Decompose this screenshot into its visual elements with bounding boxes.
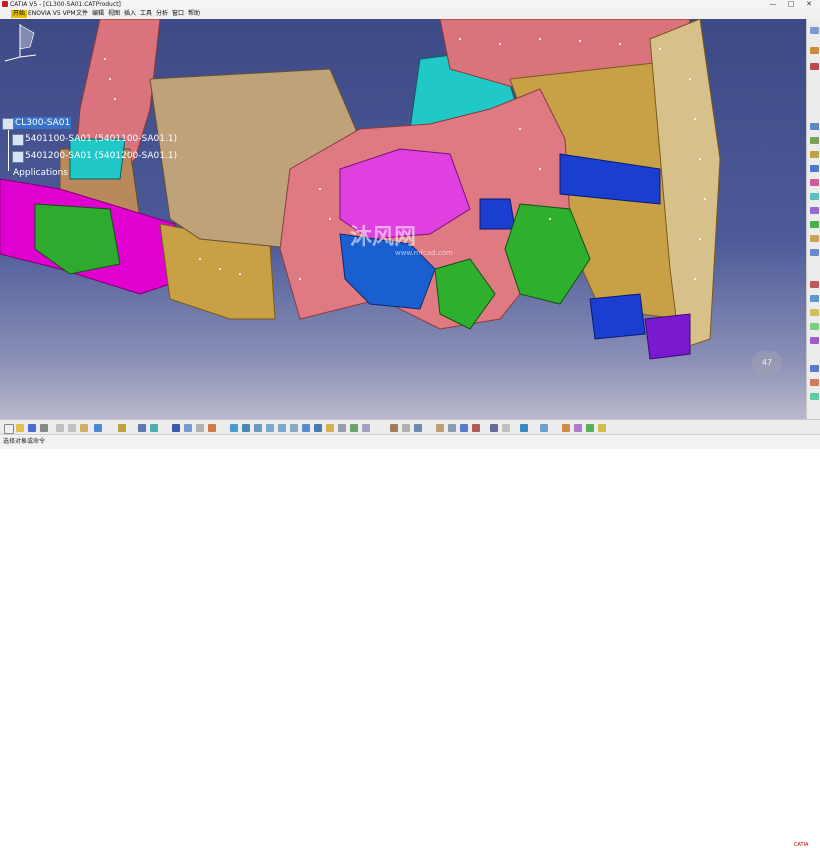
3d-viewport[interactable]: CL300-SA01 5401100-SA01 (5401100-SA01.1)… <box>0 19 806 419</box>
tool-icon[interactable] <box>414 424 422 432</box>
compass-icon[interactable] <box>0 19 40 64</box>
tool-icon[interactable] <box>184 424 192 432</box>
tool-icon[interactable] <box>460 424 468 432</box>
normal-view-icon[interactable] <box>290 424 298 432</box>
toolbar-icon[interactable] <box>810 193 819 200</box>
tree-child-label-2: 5401200-SA01 (5401200-SA01.1) <box>25 151 178 161</box>
tool-icon[interactable] <box>562 424 570 432</box>
window-title: CATIA V5 - [CL300-SA01.CATProduct] <box>10 1 121 8</box>
toolbar-icon[interactable] <box>810 365 819 372</box>
tree-child-label-1: 5401100-SA01 (5401100-SA01.1) <box>25 134 178 144</box>
menu-insert[interactable]: 插入 <box>124 9 136 19</box>
tool-icon[interactable] <box>172 424 180 432</box>
tool-icon[interactable] <box>574 424 582 432</box>
right-toolbar <box>806 19 820 419</box>
menu-tools[interactable]: 工具 <box>140 9 152 19</box>
tool-icon[interactable] <box>540 424 548 432</box>
minimize-button[interactable]: — <box>764 0 782 9</box>
maximize-button[interactable]: □ <box>782 0 800 9</box>
menu-window[interactable]: 窗口 <box>172 9 184 19</box>
status-bar: 选择对象或命令 <box>0 434 820 449</box>
toolbar-icon[interactable] <box>810 221 819 228</box>
menu-enovia[interactable]: ENOVIA V5 VPM <box>28 9 76 19</box>
menu-help[interactable]: 帮助 <box>188 9 200 19</box>
part-icon <box>12 151 24 163</box>
tree-root-label: CL300-SA01 <box>14 117 72 129</box>
toolbar-icon[interactable] <box>810 47 819 54</box>
tool-icon[interactable] <box>586 424 594 432</box>
part-icon <box>12 134 24 146</box>
rotate-icon[interactable] <box>254 424 262 432</box>
product-icon <box>2 118 14 130</box>
catia-app-icon <box>2 1 8 7</box>
watermark-brand: 沐风网 <box>350 225 417 250</box>
comment-icon[interactable] <box>150 424 158 432</box>
tool-icon[interactable] <box>490 424 498 432</box>
tool-icon[interactable] <box>436 424 444 432</box>
swap-space-icon[interactable] <box>350 424 358 432</box>
toolbar-icon[interactable] <box>810 63 819 70</box>
watermark-url: www.mfcad.com <box>395 249 453 257</box>
close-button[interactable]: ✕ <box>800 0 818 9</box>
menu-start[interactable]: 开始 <box>11 10 28 18</box>
toolbar-icon[interactable] <box>810 337 819 344</box>
tool-icon[interactable] <box>196 424 204 432</box>
toolbar-icon[interactable] <box>810 137 819 144</box>
toolbar-icon[interactable] <box>810 123 819 130</box>
view-icon[interactable] <box>302 424 310 432</box>
open-folder-icon[interactable] <box>16 424 24 432</box>
tool-icon[interactable] <box>598 424 606 432</box>
toolbar-icon[interactable] <box>810 393 819 400</box>
toolbar-icon[interactable] <box>810 323 819 330</box>
toolbar-icon[interactable] <box>810 165 819 172</box>
toolbar-icon[interactable] <box>810 249 819 256</box>
menu-file[interactable]: 文件 <box>76 9 88 19</box>
whats-this-icon[interactable] <box>118 424 126 432</box>
menu-view[interactable]: 视图 <box>108 9 120 19</box>
zoom-in-icon[interactable] <box>266 424 274 432</box>
new-file-icon[interactable] <box>4 424 14 434</box>
menu-edit[interactable]: 编辑 <box>92 9 104 19</box>
view-icon[interactable] <box>314 424 322 432</box>
toolbar-icon[interactable] <box>810 179 819 186</box>
toolbar-icon[interactable] <box>810 235 819 242</box>
tool-icon[interactable] <box>208 424 216 432</box>
hide-show-icon[interactable] <box>338 424 346 432</box>
paste-icon[interactable] <box>80 424 88 432</box>
menu-analysis[interactable]: 分析 <box>156 9 168 19</box>
fit-all-icon[interactable] <box>230 424 238 432</box>
catia-logo: CATIA <box>794 842 809 848</box>
bottom-toolbar: CATIA <box>0 419 820 848</box>
toolbar-icon[interactable] <box>810 281 819 288</box>
toolbar-icon[interactable] <box>810 207 819 214</box>
toolbar-icon[interactable] <box>810 27 819 34</box>
view-navigation-widget[interactable]: 47 <box>752 351 782 375</box>
status-message: 选择对象或命令 <box>3 438 46 445</box>
fm-icon[interactable] <box>138 424 146 432</box>
undo-icon[interactable] <box>94 424 102 432</box>
save-icon[interactable] <box>28 424 36 432</box>
tool-icon[interactable] <box>402 424 410 432</box>
pan-icon[interactable] <box>242 424 250 432</box>
tool-icon[interactable] <box>448 424 456 432</box>
view-mode-icon[interactable] <box>362 424 370 432</box>
tool-icon[interactable] <box>390 424 398 432</box>
tree-applications-label: Applications <box>13 168 68 178</box>
toolbar-icon[interactable] <box>810 295 819 302</box>
toolbar-icon[interactable] <box>810 151 819 158</box>
toolbar-icon[interactable] <box>810 379 819 386</box>
tool-icon[interactable] <box>472 424 480 432</box>
shading-icon[interactable] <box>326 424 334 432</box>
toolbar-icon[interactable] <box>810 309 819 316</box>
tool-icon[interactable] <box>520 424 528 432</box>
copy-icon[interactable] <box>68 424 76 432</box>
print-icon[interactable] <box>40 424 48 432</box>
tree-connector-line <box>8 129 9 171</box>
zoom-out-icon[interactable] <box>278 424 286 432</box>
cut-icon[interactable] <box>56 424 64 432</box>
tool-icon[interactable] <box>502 424 510 432</box>
